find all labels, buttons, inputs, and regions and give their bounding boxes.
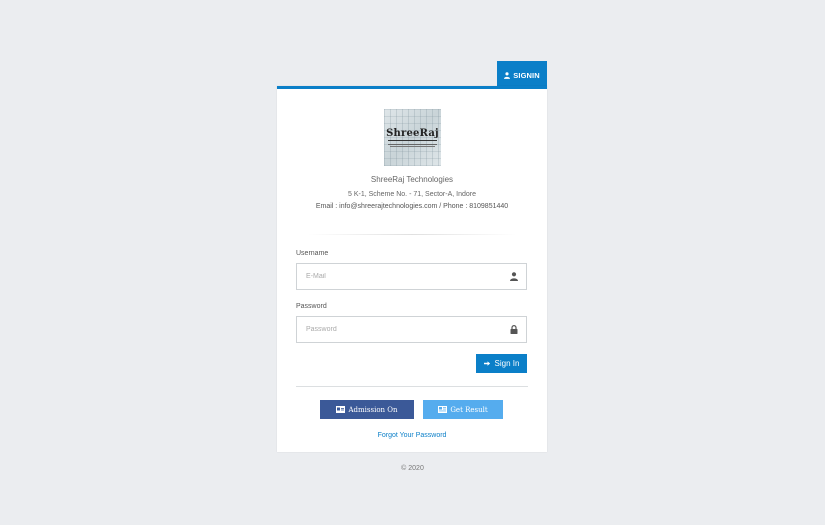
company-logo: ShreeRaj — [384, 109, 441, 166]
company-contact: Email : info@shreerajtechnologies.com / … — [315, 203, 509, 210]
password-field — [296, 316, 527, 343]
get-result-label: Get Result — [450, 405, 488, 414]
divider — [307, 234, 517, 235]
password-input[interactable] — [297, 317, 506, 342]
username-field — [296, 263, 527, 290]
sign-in-label: Sign In — [494, 359, 520, 368]
login-box: ShreeRaj ShreeRaj Technologies 5 K-1, Sc… — [277, 86, 547, 452]
password-label: Password — [296, 303, 327, 310]
user-icon — [504, 71, 511, 79]
divider — [296, 386, 528, 387]
copyright: © 2020 — [401, 465, 424, 472]
get-result-button[interactable]: Get Result — [423, 400, 503, 419]
admission-button[interactable]: Admission On — [320, 400, 414, 419]
admission-label: Admission On — [348, 405, 398, 414]
username-label: Username — [296, 250, 329, 257]
username-input[interactable] — [297, 264, 506, 289]
id-card-icon — [336, 406, 346, 413]
sign-in-icon — [483, 361, 490, 366]
newspaper-icon — [438, 406, 448, 413]
user-icon — [510, 272, 518, 281]
company-name: ShreeRaj Technologies — [370, 175, 454, 184]
sign-in-button[interactable]: Sign In — [476, 354, 527, 373]
forgot-password-link[interactable]: Forgot Your Password — [277, 432, 547, 439]
lock-icon — [510, 325, 518, 334]
signin-tab-label: SIGNIN — [513, 70, 540, 80]
logo-text: ShreeRaj — [386, 128, 439, 139]
company-address: 5 K-1, Scheme No. - 71, Sector-A, Indore — [347, 191, 476, 198]
signin-tab[interactable]: SIGNIN — [497, 61, 547, 89]
